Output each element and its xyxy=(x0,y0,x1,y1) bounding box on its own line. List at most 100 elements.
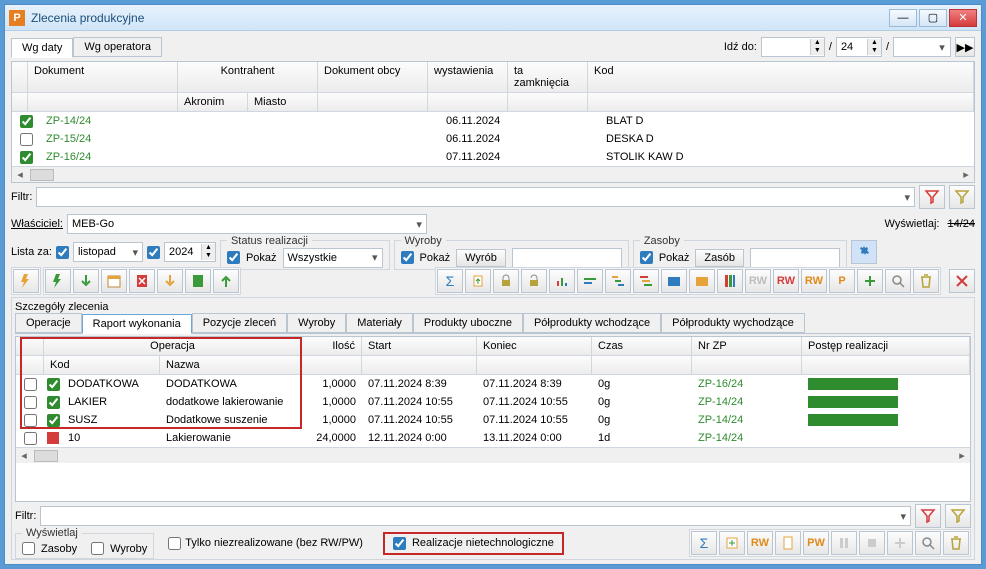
filter2-edit-button[interactable] xyxy=(945,504,971,528)
resource-button[interactable]: Zasób xyxy=(695,249,744,267)
goto-combo[interactable]: ▾ xyxy=(893,37,951,57)
stop-gray-icon[interactable] xyxy=(859,531,885,555)
lock-icon[interactable] xyxy=(493,269,519,293)
sheet-green-icon[interactable] xyxy=(185,269,211,293)
down-yellow-icon[interactable] xyxy=(157,269,183,293)
row-check[interactable] xyxy=(20,151,33,164)
row-check[interactable] xyxy=(47,414,60,427)
gear-icon-button[interactable] xyxy=(851,240,877,264)
tab-uboczne[interactable]: Produkty uboczne xyxy=(413,313,523,333)
pw-icon[interactable]: PW xyxy=(803,531,829,555)
status-combo[interactable]: Wszystkie▾ xyxy=(283,248,383,268)
search2-icon[interactable] xyxy=(915,531,941,555)
year-spin[interactable]: ▲▼ xyxy=(164,242,216,262)
table-row[interactable]: LAKIER dodatkowe lakierowanie 1,0000 07.… xyxy=(16,393,970,411)
rw-red-icon[interactable]: RW xyxy=(773,269,799,293)
rw2-icon[interactable]: RW xyxy=(747,531,773,555)
unlock-icon[interactable] xyxy=(521,269,547,293)
nontech-check[interactable] xyxy=(393,537,406,550)
table-row[interactable]: ZP-15/24 06.11.2024 DESKA D xyxy=(12,130,974,148)
tab-by-date[interactable]: Wg daty xyxy=(11,38,73,58)
orders-scroll-h[interactable]: ◂▸ xyxy=(12,166,974,182)
plus-icon[interactable] xyxy=(857,269,883,293)
filter2-clear-button[interactable] xyxy=(915,504,941,528)
folder1-icon[interactable] xyxy=(661,269,687,293)
tab-polout[interactable]: Półprodukty wychodzące xyxy=(661,313,805,333)
col-start[interactable]: Start xyxy=(362,337,477,355)
bolt-icon[interactable] xyxy=(13,269,39,293)
col-postep[interactable]: Postęp realizacji xyxy=(802,337,970,355)
col-miasto[interactable]: Miasto xyxy=(248,93,318,111)
resource-input[interactable] xyxy=(750,248,840,268)
col-akronim[interactable]: Akronim xyxy=(178,93,248,111)
row-select[interactable] xyxy=(24,378,37,391)
chart2-icon[interactable] xyxy=(577,269,603,293)
month-check[interactable] xyxy=(56,246,69,259)
owner-combo[interactable]: MEB-Go▾ xyxy=(67,214,427,234)
year-check[interactable] xyxy=(147,246,160,259)
chart1-icon[interactable] xyxy=(549,269,575,293)
col-document[interactable]: Dokument xyxy=(28,62,178,92)
doc-orange-icon[interactable] xyxy=(775,531,801,555)
zasoby-check[interactable] xyxy=(22,542,35,555)
tab-operacje[interactable]: Operacje xyxy=(15,313,82,333)
search-icon[interactable] xyxy=(885,269,911,293)
table-row[interactable]: ZP-16/24 07.11.2024 STOLIK KAW D xyxy=(12,148,974,166)
col-kod[interactable]: Kod xyxy=(44,356,160,374)
col-operacja[interactable]: Operacja xyxy=(44,337,302,355)
only-unrealized-check[interactable] xyxy=(168,537,181,550)
gantt2-icon[interactable] xyxy=(633,269,659,293)
col-contractor[interactable]: Kontrahent xyxy=(178,62,318,92)
row-select[interactable] xyxy=(24,432,37,445)
tab-wyroby[interactable]: Wyroby xyxy=(287,313,346,333)
goto-spin-1[interactable]: ▲▼ xyxy=(761,37,825,57)
table-row[interactable]: DODATKOWA DODATKOWA 1,0000 07.11.2024 8:… xyxy=(16,375,970,393)
ops-scroll-h[interactable]: ◂▸ xyxy=(16,447,970,463)
col-code[interactable]: Kod xyxy=(588,62,974,92)
table-row[interactable]: SUSZ Dodatkowe suszenie 1,0000 07.11.202… xyxy=(16,411,970,429)
close-button[interactable]: ✕ xyxy=(949,9,977,27)
rw-orange-icon[interactable]: RW xyxy=(801,269,827,293)
trash2-icon[interactable] xyxy=(943,531,969,555)
sigma-icon[interactable]: Σ xyxy=(437,269,463,293)
row-check[interactable] xyxy=(20,115,33,128)
goto-spin-2[interactable]: ▲▼ xyxy=(836,37,882,57)
tab-pozycje[interactable]: Pozycje zleceń xyxy=(192,313,287,333)
filter-combo[interactable]: ▾ xyxy=(36,187,915,207)
row-check[interactable] xyxy=(47,396,60,409)
tab-raport[interactable]: Raport wykonania xyxy=(82,314,192,334)
sigma2-icon[interactable]: Σ xyxy=(691,531,717,555)
toolbar-close-button[interactable] xyxy=(949,269,975,293)
pause-gray-icon[interactable] xyxy=(831,531,857,555)
month-combo[interactable]: listopad▾ xyxy=(73,242,143,262)
maximize-button[interactable]: ▢ xyxy=(919,9,947,27)
row-check[interactable] xyxy=(47,378,60,391)
resources-show-check[interactable] xyxy=(640,251,653,264)
product-button[interactable]: Wyrób xyxy=(456,249,506,267)
table-row[interactable]: ZP-14/24 06.11.2024 BLAT D xyxy=(12,112,974,130)
goto-next-button[interactable]: ▶▶ xyxy=(955,37,975,57)
row-select[interactable] xyxy=(24,414,37,427)
p-orange-icon[interactable]: P xyxy=(829,269,855,293)
col-issued[interactable]: wystawienia xyxy=(428,62,508,92)
col-nrzp[interactable]: Nr ZP xyxy=(692,337,802,355)
plus2-icon[interactable] xyxy=(887,531,913,555)
docup-icon[interactable] xyxy=(465,269,491,293)
rw-gray-icon[interactable]: RW xyxy=(745,269,771,293)
status-show-check[interactable] xyxy=(227,251,240,264)
products-show-check[interactable] xyxy=(401,251,414,264)
product-input[interactable] xyxy=(512,248,622,268)
row-select[interactable] xyxy=(24,396,37,409)
tab-materialy[interactable]: Materiały xyxy=(346,313,413,333)
col-docext[interactable]: Dokument obcy xyxy=(318,62,428,92)
table-row[interactable]: 10 Lakierowanie 24,0000 12.11.2024 0:00 … xyxy=(16,429,970,447)
col-closed[interactable]: ta zamknięcia xyxy=(508,62,588,92)
col-koniec[interactable]: Koniec xyxy=(477,337,592,355)
wyroby-check[interactable] xyxy=(91,542,104,555)
tab-polin[interactable]: Półprodukty wchodzące xyxy=(523,313,661,333)
filter-edit-button[interactable] xyxy=(949,185,975,209)
tab-by-operator[interactable]: Wg operatora xyxy=(73,37,162,57)
trash-icon[interactable] xyxy=(913,269,939,293)
col-nazwa[interactable]: Nazwa xyxy=(160,356,302,374)
minimize-button[interactable]: — xyxy=(889,9,917,27)
